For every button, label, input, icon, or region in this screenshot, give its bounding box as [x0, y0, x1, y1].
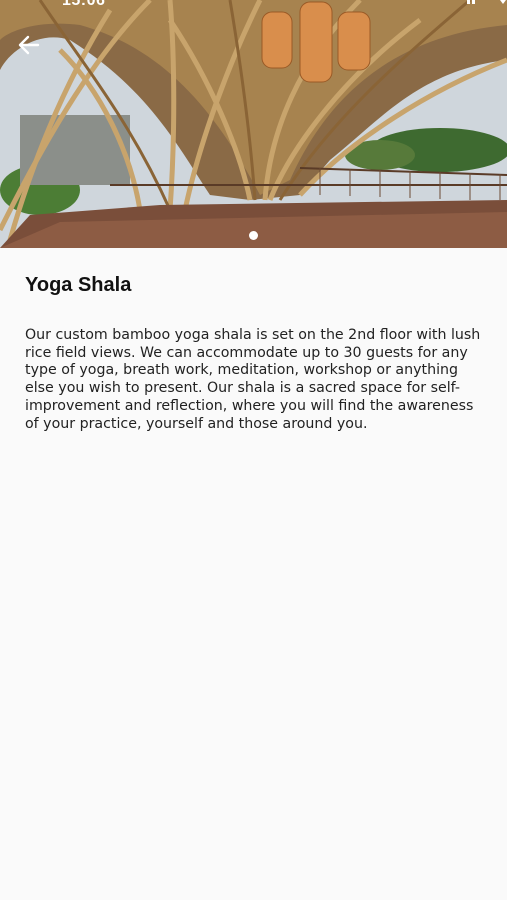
signal-icon	[467, 0, 470, 4]
status-time: 15:06	[62, 0, 106, 9]
page-title: Yoga Shala	[25, 274, 132, 296]
bamboo-shala-photo	[0, 0, 507, 248]
arrow-left-icon	[18, 35, 40, 55]
wifi-icon	[500, 0, 506, 4]
description-text: Our custom bamboo yoga shala is set on t…	[25, 327, 481, 432]
pager-indicator-dot	[249, 231, 258, 240]
detail-content: Yoga Shala Our custom bamboo yoga shala …	[25, 274, 485, 433]
status-bar: 15:06	[0, 0, 507, 10]
hero-image[interactable]: 15:06	[0, 0, 507, 248]
back-button[interactable]	[18, 34, 50, 66]
